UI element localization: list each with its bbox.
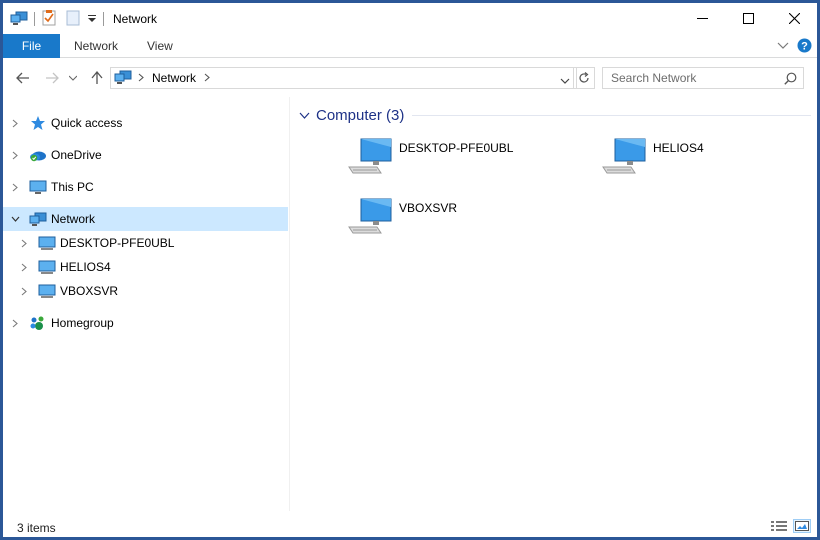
search-icon[interactable] (784, 72, 797, 88)
nav-label: HELIOS4 (60, 260, 111, 274)
recent-locations-button[interactable] (66, 67, 80, 89)
computer-icon (38, 235, 56, 251)
large-icons-view-icon[interactable] (793, 519, 811, 533)
nav-label: DESKTOP-PFE0UBL (60, 236, 175, 250)
computer-tile-desktop-pfe0ubl[interactable]: DESKTOP-PFE0UBL (347, 135, 597, 185)
window-title: Network (113, 12, 158, 26)
nav-item-network[interactable]: Network (3, 207, 288, 231)
nav-item-onedrive[interactable]: OneDrive (3, 143, 288, 167)
group-divider (412, 114, 811, 116)
breadcrumb-separator-icon[interactable] (204, 71, 210, 85)
nav-item-quick-access[interactable]: Quick access (3, 111, 288, 135)
computer-name: VBOXSVR (399, 201, 458, 215)
tab-view[interactable]: View (147, 34, 173, 58)
computer-icon (38, 259, 56, 275)
computer-name: DESKTOP-PFE0UBL (399, 141, 514, 155)
chevron-right-icon[interactable] (18, 237, 30, 249)
item-count: 3 items (17, 521, 56, 535)
chevron-down-icon[interactable] (9, 213, 21, 225)
breadcrumb-network[interactable]: Network (152, 71, 196, 85)
expand-ribbon-icon[interactable] (777, 40, 789, 54)
nav-item-this-pc[interactable]: This PC (3, 175, 288, 199)
nav-item-vboxsvr[interactable]: VBOXSVR (3, 279, 288, 303)
nav-item-desktop-pfe0ubl[interactable]: DESKTOP-PFE0UBL (3, 231, 288, 255)
customize-qat-icon[interactable] (87, 12, 97, 26)
explorer-window: Network File Network View ? Network Sear… (0, 0, 820, 540)
qat-separator (34, 12, 35, 26)
computer-name: HELIOS4 (653, 141, 704, 155)
nav-label: Network (51, 212, 96, 226)
chevron-right-icon[interactable] (9, 181, 21, 193)
address-bar[interactable]: Network (110, 67, 577, 89)
back-button[interactable] (12, 67, 34, 89)
navigation-bar: Network (3, 59, 817, 97)
nav-item-homegroup[interactable]: Homegroup (3, 311, 288, 335)
tab-network[interactable]: Network (74, 34, 118, 58)
network-app-icon[interactable] (10, 10, 28, 29)
nav-label: VBOXSVR (60, 284, 119, 298)
search-input[interactable] (603, 68, 778, 88)
chevron-right-icon[interactable] (9, 317, 21, 329)
status-bar: 3 items (3, 511, 817, 537)
chevron-down-icon[interactable] (299, 108, 310, 122)
title-bar: Network (3, 3, 817, 34)
ribbon-tabs: File Network View ? (3, 34, 817, 58)
computer-icon (602, 138, 646, 174)
chevron-right-icon[interactable] (9, 149, 21, 161)
details-view-icon[interactable] (770, 519, 788, 533)
maximize-button[interactable] (725, 3, 771, 34)
computer-tile-vboxsvr[interactable]: VBOXSVR (347, 195, 597, 245)
network-icon (29, 211, 47, 227)
refresh-button[interactable] (573, 67, 595, 89)
nav-label: OneDrive (51, 148, 102, 162)
minimize-button[interactable] (679, 3, 725, 34)
properties-icon[interactable] (41, 9, 57, 29)
chevron-right-icon[interactable] (18, 285, 30, 297)
chevron-right-icon[interactable] (9, 117, 21, 129)
star-icon (29, 115, 47, 131)
new-folder-icon[interactable] (65, 10, 81, 29)
address-dropdown-icon[interactable] (560, 74, 570, 88)
up-button[interactable] (86, 67, 108, 89)
close-button[interactable] (771, 3, 817, 34)
group-header[interactable]: Computer (3) (299, 105, 811, 125)
tab-file[interactable]: File (3, 34, 60, 58)
forward-button[interactable] (41, 67, 63, 89)
computer-icon (348, 138, 392, 174)
group-title: Computer (3) (316, 106, 405, 124)
nav-label: Quick access (51, 116, 123, 130)
svg-text:?: ? (801, 41, 808, 53)
monitor-icon (29, 179, 47, 195)
help-icon[interactable]: ? (797, 38, 812, 56)
content-pane: Computer (3) DESKTOP-PFE0UBL HELIOS4 VBO… (291, 97, 817, 511)
network-icon (114, 69, 132, 88)
chevron-right-icon[interactable] (18, 261, 30, 273)
computer-icon (38, 283, 56, 299)
computer-tile-helios4[interactable]: HELIOS4 (601, 135, 820, 185)
homegroup-icon (29, 315, 47, 331)
qat-separator (103, 12, 104, 26)
breadcrumb-separator-icon[interactable] (138, 71, 144, 85)
nav-label: This PC (51, 180, 94, 194)
nav-item-helios4[interactable]: HELIOS4 (3, 255, 288, 279)
nav-label: Homegroup (51, 316, 114, 330)
computer-icon (348, 198, 392, 234)
search-box[interactable] (602, 67, 804, 89)
quick-access-toolbar (10, 9, 110, 29)
navigation-pane: Quick access OneDrive This PC Network DE… (3, 97, 290, 511)
onedrive-icon (29, 147, 47, 163)
